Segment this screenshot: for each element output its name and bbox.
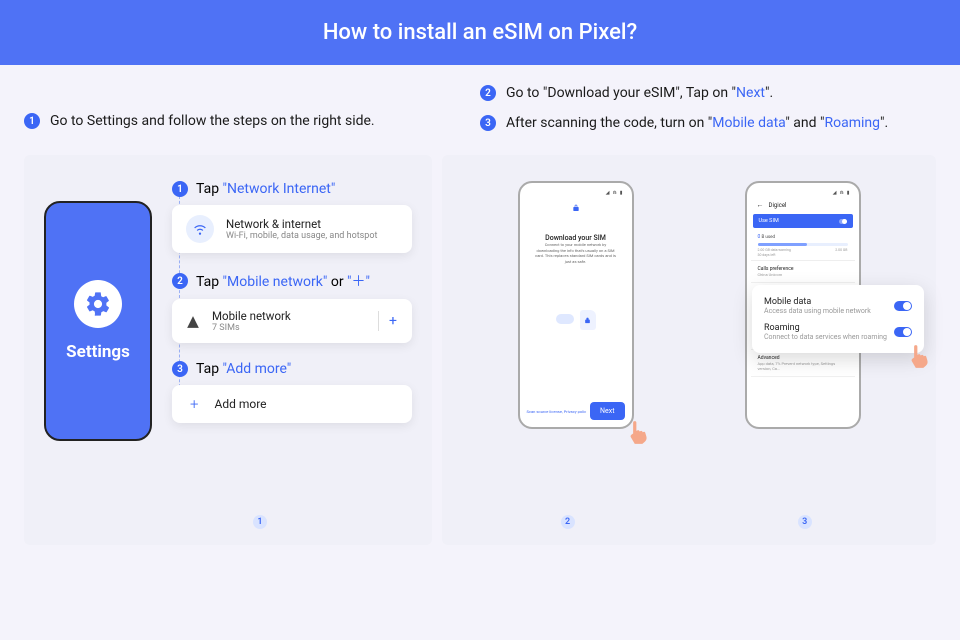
plus-icon: + xyxy=(190,395,198,413)
download-title: Download your SIM xyxy=(524,234,628,242)
wifi-icon xyxy=(186,215,214,243)
settings-phone-mock: Settings xyxy=(44,201,152,441)
toggle-switch-on[interactable] xyxy=(894,327,912,337)
row-calls-pref[interactable]: Calls preference China Unicom xyxy=(751,261,855,283)
instruction-3-text: After scanning the code, turn on "Mobile… xyxy=(506,115,888,131)
top-instructions: 1 Go to Settings and follow the steps on… xyxy=(0,65,960,155)
battery-icon: ▮ xyxy=(620,190,623,196)
mobile-data-toggle-row[interactable]: Mobile data Access data using mobile net… xyxy=(764,293,912,319)
instruction-1: 1 Go to Settings and follow the steps on… xyxy=(24,113,480,129)
titlebar: ← Digicel xyxy=(751,198,855,214)
substep-badge-1: 1 xyxy=(172,181,188,197)
data-usage-block: 0 B used 2.00 GB data warning 2.00 GB 30… xyxy=(751,228,855,261)
scan-link[interactable]: Scan source license, Privacy polic xyxy=(527,409,587,414)
toggle-on-icon xyxy=(839,219,847,224)
back-icon[interactable]: ← xyxy=(757,201,764,209)
status-bar: ◢ ⋒ ▮ xyxy=(751,187,855,198)
pointer-hand-icon xyxy=(625,419,651,445)
substep-2: 2 Tap "Mobile network" or "＋" Mobile net… xyxy=(172,271,412,343)
network-card-text: Network & internet Wi-Fi, mobile, data u… xyxy=(226,217,377,241)
add-more-card[interactable]: + Add more xyxy=(172,385,412,423)
panel-badge-2: 2 xyxy=(561,515,575,529)
roaming-toggle-row[interactable]: Roaming Connect to data services when ro… xyxy=(764,319,912,345)
pointer-hand-icon xyxy=(906,343,932,369)
substep-badge-3: 3 xyxy=(172,361,188,377)
substep-3: 3 Tap "Add more" + Add more xyxy=(172,361,412,423)
lock-icon xyxy=(571,204,581,214)
panel-badge-1: 1 xyxy=(253,515,267,529)
panel-badge-3: 3 xyxy=(798,515,812,529)
toggle-switch-on[interactable] xyxy=(894,301,912,311)
top-left-instruction: 1 Go to Settings and follow the steps on… xyxy=(24,85,480,145)
steps-column: 1 Tap "Network Internet" Network & inter… xyxy=(172,181,412,527)
next-link: Next xyxy=(736,85,765,101)
row-advanced[interactable]: Advanced App data, 7% Prevent network ty… xyxy=(751,350,855,377)
carrier-name: Digicel xyxy=(769,202,787,209)
step-badge-1: 1 xyxy=(24,113,40,129)
wifi-icon: ⋒ xyxy=(613,190,617,196)
signal-icon: ◢ xyxy=(606,190,610,196)
instruction-2: 2 Go to "Download your eSIM", Tap on "Ne… xyxy=(480,85,936,101)
header-title: How to install an eSIM on Pixel? xyxy=(323,20,637,45)
network-internet-card[interactable]: Network & internet Wi-Fi, mobile, data u… xyxy=(172,205,412,253)
substep-2-head: 2 Tap "Mobile network" or "＋" xyxy=(172,271,412,291)
signal-icon xyxy=(186,314,200,328)
status-bar: ◢ ⋒ ▮ xyxy=(524,187,628,198)
step-badge-2: 2 xyxy=(480,85,496,101)
next-button[interactable]: Next xyxy=(590,402,624,420)
settings-label: Settings xyxy=(66,342,130,362)
wifi-icon: ⋒ xyxy=(840,190,844,196)
panel-steps-2-3: ◢ ⋒ ▮ Download your SIM Connect to your … xyxy=(442,155,936,545)
plus-icon[interactable]: + xyxy=(378,311,398,331)
mobile-data-link: Mobile data xyxy=(712,115,785,131)
mobile-data-roaming-card: Mobile data Access data using mobile net… xyxy=(752,285,924,353)
sim-illustration xyxy=(546,292,606,330)
instruction-2-text: Go to "Download your eSIM", Tap on "Next… xyxy=(506,85,773,101)
substep-badge-2: 2 xyxy=(172,273,188,289)
use-sim-toggle[interactable]: Use SIM xyxy=(753,214,853,228)
signal-icon: ◢ xyxy=(833,190,837,196)
roaming-link: Roaming xyxy=(824,115,880,131)
substep-1-head: 1 Tap "Network Internet" xyxy=(172,181,412,197)
panels-row: Settings 1 Tap "Network Internet" Networ… xyxy=(0,155,960,545)
panel-step-1: Settings 1 Tap "Network Internet" Networ… xyxy=(24,155,432,545)
top-right-instructions: 2 Go to "Download your eSIM", Tap on "Ne… xyxy=(480,85,936,145)
cloud-icon xyxy=(556,314,574,324)
battery-icon: ▮ xyxy=(847,190,850,196)
substep-3-head: 3 Tap "Add more" xyxy=(172,361,412,377)
usage-bar xyxy=(758,243,848,246)
substep-1: 1 Tap "Network Internet" Network & inter… xyxy=(172,181,412,253)
settings-gear-icon xyxy=(74,280,122,328)
phone-download-sim: ◢ ⋒ ▮ Download your SIM Connect to your … xyxy=(518,181,634,429)
sim-card-icon xyxy=(580,310,596,330)
instruction-3: 3 After scanning the code, turn on "Mobi… xyxy=(480,115,936,131)
download-desc: Connect to your mobile network by downlo… xyxy=(524,242,628,264)
download-footer: Scan source license, Privacy polic Next xyxy=(527,402,625,420)
mobile-network-card[interactable]: Mobile network 7 SIMs + xyxy=(172,299,412,343)
instruction-1-text: Go to Settings and follow the steps on t… xyxy=(50,113,375,129)
step-badge-3: 3 xyxy=(480,115,496,131)
page-header: How to install an eSIM on Pixel? xyxy=(0,0,960,65)
